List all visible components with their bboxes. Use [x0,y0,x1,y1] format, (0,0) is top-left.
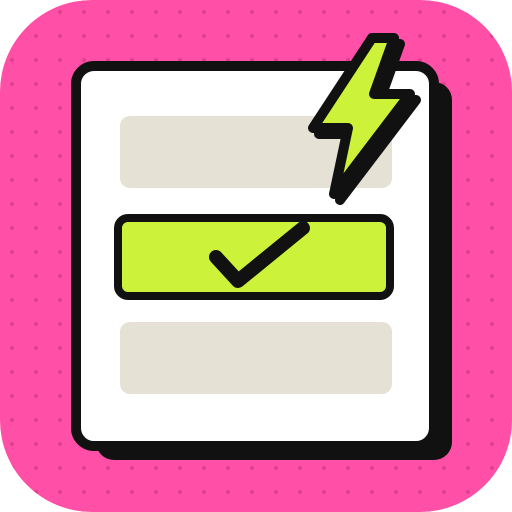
highlighted-row-checked [114,214,394,300]
placeholder-row-bottom [120,322,392,394]
checklist-app-icon [0,0,512,512]
app-icon-canvas [0,0,512,512]
